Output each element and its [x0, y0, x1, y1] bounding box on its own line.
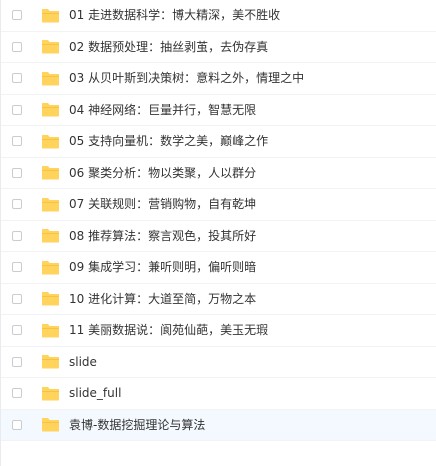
- file-list: 01 走进数据科学：博大精深，美不胜收 02 数据预处理：抽丝剥茧，去伪存真 0…: [0, 0, 436, 466]
- folder-icon: [41, 102, 60, 117]
- row-checkbox[interactable]: [12, 325, 22, 336]
- file-row-01[interactable]: 01 走进数据科学：博大精深，美不胜收: [1, 0, 436, 32]
- file-name[interactable]: 02 数据预处理：抽丝剥茧，去伪存真: [69, 39, 268, 55]
- row-checkbox[interactable]: [12, 10, 22, 21]
- folder-icon: [41, 197, 60, 212]
- file-row-04[interactable]: 04 神经网络：巨量并行，智慧无限: [1, 95, 436, 126]
- file-name[interactable]: 01 走进数据科学：博大精深，美不胜收: [69, 7, 280, 23]
- file-row-09[interactable]: 09 集成学习：兼听则明，偏听则暗: [1, 252, 436, 284]
- file-name[interactable]: 09 集成学习：兼听则明，偏听则暗: [69, 259, 256, 275]
- file-name[interactable]: slide: [69, 354, 97, 370]
- folder-icon: [41, 39, 60, 54]
- file-row-03[interactable]: 03 从贝叶斯到决策树：意料之外，情理之中: [1, 63, 436, 95]
- row-checkbox[interactable]: [12, 167, 22, 178]
- file-row-11[interactable]: 11 美丽数据说：阆苑仙葩，美玉无瑕: [1, 315, 436, 347]
- row-checkbox[interactable]: [12, 388, 22, 399]
- folder-icon: [41, 228, 60, 243]
- folder-icon: [41, 260, 60, 275]
- row-checkbox[interactable]: [12, 104, 22, 115]
- file-name[interactable]: 03 从贝叶斯到决策树：意料之外，情理之中: [69, 70, 304, 86]
- file-row-10[interactable]: 10 进化计算：大道至简，万物之本: [1, 284, 436, 315]
- folder-icon: [41, 417, 60, 432]
- file-name[interactable]: 07 关联规则：营销购物，自有乾坤: [69, 196, 256, 212]
- folder-icon: [41, 71, 60, 86]
- file-row-slide[interactable]: slide: [1, 347, 436, 378]
- file-name[interactable]: 05 支持向量机：数学之美，巅峰之作: [69, 133, 268, 149]
- file-row-07[interactable]: 07 关联规则：营销购物，自有乾坤: [1, 189, 436, 221]
- folder-icon: [41, 8, 60, 23]
- folder-icon: [41, 134, 60, 149]
- file-row-yuanbo[interactable]: 袁博-数据挖掘理论与算法: [1, 409, 436, 441]
- row-checkbox[interactable]: [12, 73, 22, 84]
- folder-icon: [41, 354, 60, 369]
- file-name[interactable]: 04 神经网络：巨量并行，智慧无限: [69, 102, 256, 118]
- row-checkbox[interactable]: [12, 419, 22, 430]
- folder-icon: [41, 323, 60, 338]
- row-checkbox[interactable]: [12, 41, 22, 52]
- file-name[interactable]: 06 聚类分析：物以类聚，人以群分: [69, 165, 256, 181]
- row-checkbox[interactable]: [12, 293, 22, 304]
- file-row-slide-full[interactable]: slide_full: [1, 378, 436, 410]
- file-name[interactable]: 11 美丽数据说：阆苑仙葩，美玉无瑕: [69, 322, 268, 338]
- file-name[interactable]: 袁博-数据挖掘理论与算法: [69, 417, 205, 433]
- folder-icon: [41, 165, 60, 180]
- folder-icon: [41, 386, 60, 401]
- file-name[interactable]: 08 推荐算法：察言观色，投其所好: [69, 228, 256, 244]
- folder-icon: [41, 291, 60, 306]
- row-checkbox[interactable]: [12, 356, 22, 367]
- file-name[interactable]: 10 进化计算：大道至简，万物之本: [69, 291, 256, 307]
- file-row-02[interactable]: 02 数据预处理：抽丝剥茧，去伪存真: [1, 32, 436, 63]
- file-row-05[interactable]: 05 支持向量机：数学之美，巅峰之作: [1, 126, 436, 158]
- row-checkbox[interactable]: [12, 136, 22, 147]
- row-checkbox[interactable]: [12, 262, 22, 273]
- file-name[interactable]: slide_full: [69, 385, 121, 401]
- row-checkbox[interactable]: [12, 230, 22, 241]
- file-row-08[interactable]: 08 推荐算法：察言观色，投其所好: [1, 221, 436, 252]
- row-checkbox[interactable]: [12, 199, 22, 210]
- file-row-06[interactable]: 06 聚类分析：物以类聚，人以群分: [1, 158, 436, 189]
